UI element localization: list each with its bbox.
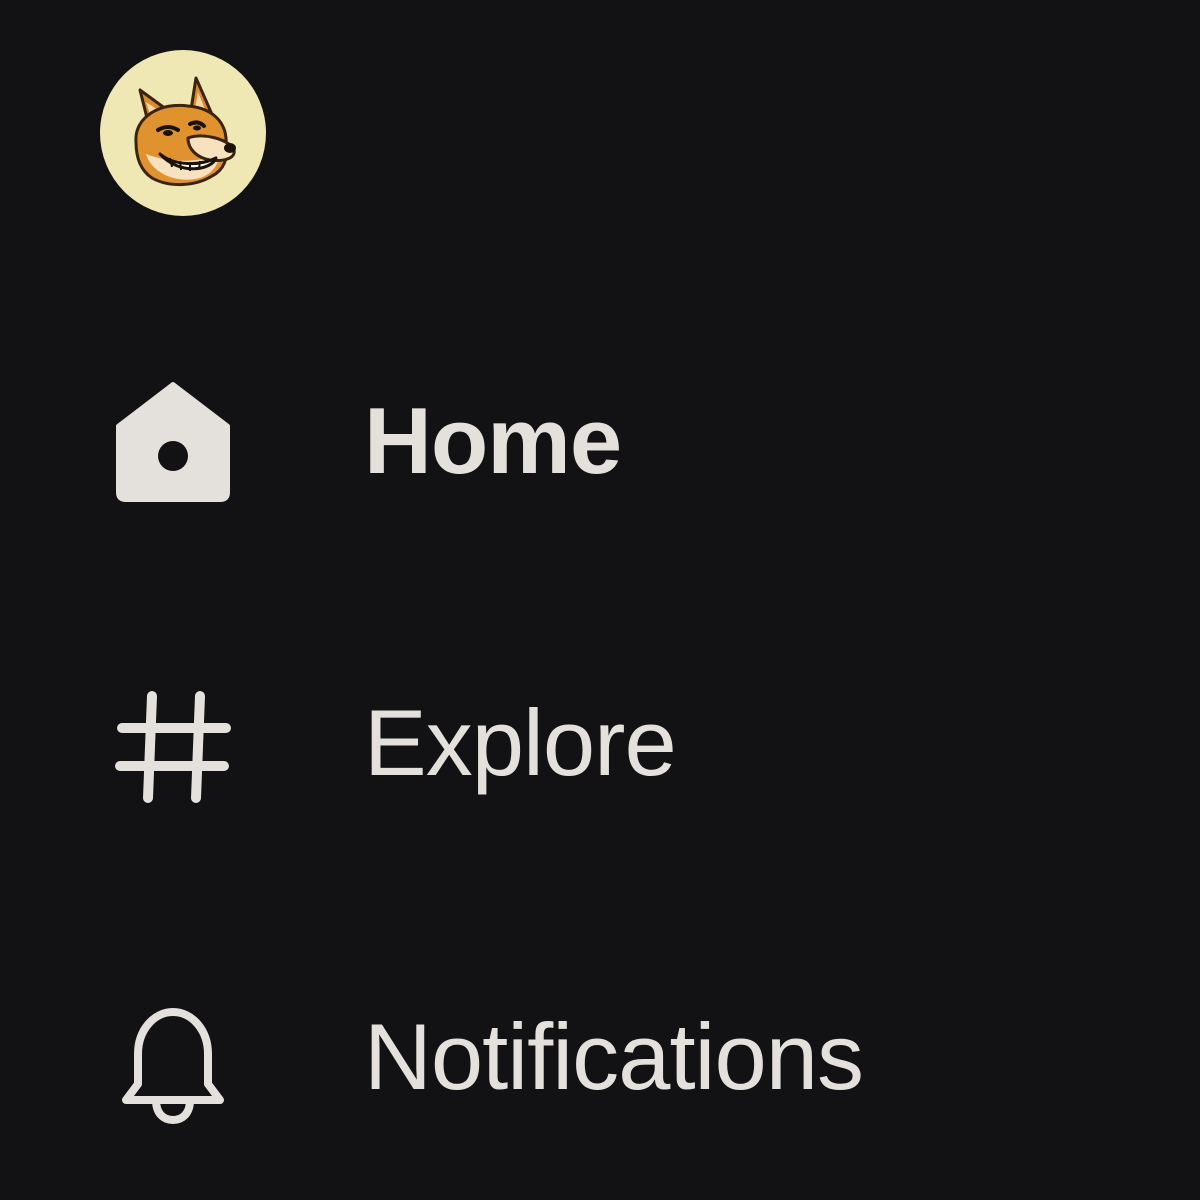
profile-avatar[interactable] xyxy=(100,50,266,216)
nav-label-home: Home xyxy=(364,388,622,493)
home-icon xyxy=(108,376,238,506)
nav-label-notifications: Notifications xyxy=(364,1004,864,1109)
bell-icon xyxy=(108,996,238,1126)
nav-label-explore: Explore xyxy=(364,690,677,795)
nav-item-explore[interactable]: Explore xyxy=(100,672,1100,822)
nav-item-notifications[interactable]: Notifications xyxy=(100,986,1100,1136)
shiba-dog-icon xyxy=(134,76,236,187)
nav-item-home[interactable]: Home xyxy=(100,366,1100,516)
hashtag-icon xyxy=(108,682,238,812)
